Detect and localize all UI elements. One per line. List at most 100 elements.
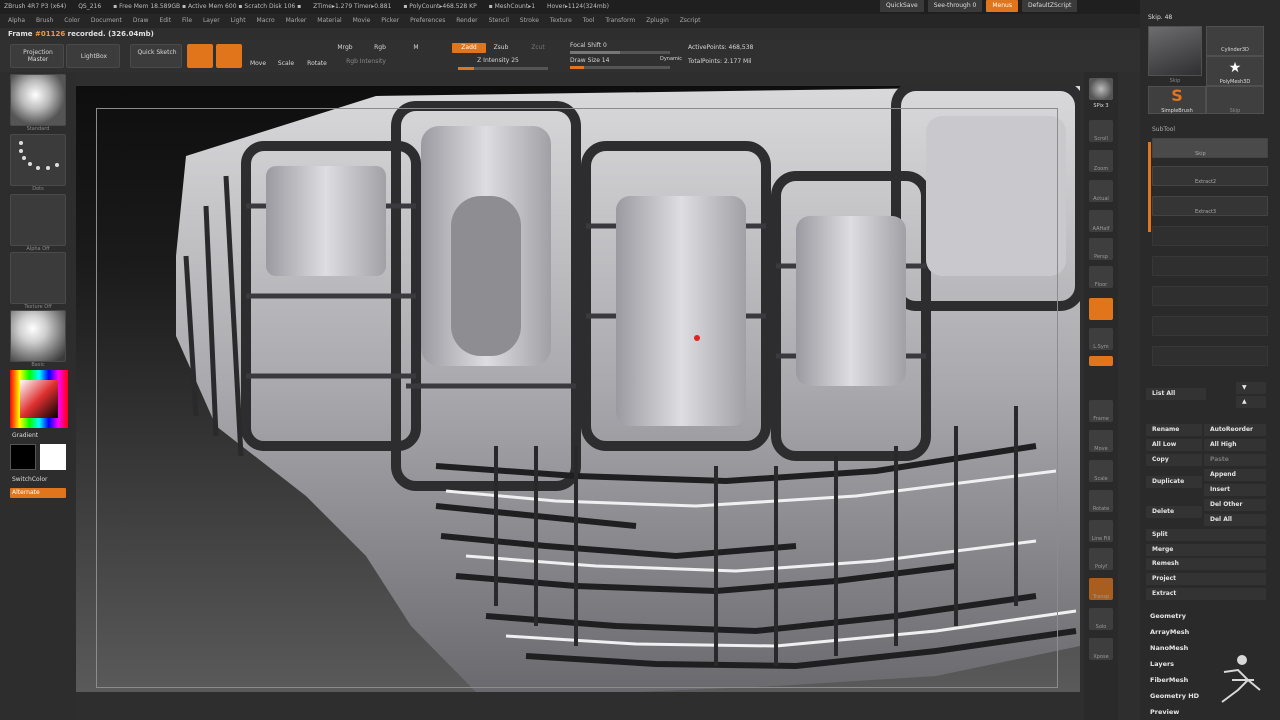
focal-shift-slider[interactable]	[570, 51, 670, 54]
stroke-thumbnail[interactable]	[10, 134, 66, 186]
all-high-button[interactable]: All High	[1204, 439, 1266, 451]
rotate-button[interactable]: Rotate	[306, 60, 328, 67]
preview-menu[interactable]: Preview	[1150, 708, 1179, 716]
edit-button[interactable]	[187, 44, 213, 68]
subtool-row[interactable]: Extract2	[1152, 166, 1268, 186]
nanomesh-menu[interactable]: NanoMesh	[1150, 644, 1188, 652]
draw-button[interactable]	[216, 44, 242, 68]
menu-stroke[interactable]: Stroke	[520, 17, 539, 24]
gradient-toggle[interactable]: Gradient	[12, 432, 38, 439]
append-button[interactable]: Append	[1204, 469, 1266, 481]
switch-color-button[interactable]: SwitchColor	[12, 476, 48, 483]
subtool-scroll-indicator[interactable]	[1148, 142, 1151, 232]
bpr-icon[interactable]	[1089, 78, 1113, 100]
geometry-menu[interactable]: Geometry	[1150, 612, 1186, 620]
lightbox-button[interactable]: LightBox	[66, 44, 120, 68]
menu-light[interactable]: Light	[231, 17, 246, 24]
extract-menu[interactable]: Extract	[1146, 588, 1266, 600]
split-menu[interactable]: Split	[1146, 529, 1266, 541]
duplicate-button[interactable]: Duplicate	[1146, 476, 1202, 488]
all-low-button[interactable]: All Low	[1146, 439, 1202, 451]
subtool-row-empty[interactable]	[1152, 256, 1268, 276]
menu-layer[interactable]: Layer	[203, 17, 220, 24]
arraymesh-menu[interactable]: ArrayMesh	[1150, 628, 1189, 636]
subtool-header[interactable]: SubTool	[1152, 126, 1175, 133]
brush-thumbnail[interactable]	[10, 74, 66, 126]
menu-file[interactable]: File	[182, 17, 192, 24]
menu-color[interactable]: Color	[64, 17, 80, 24]
insert-button[interactable]: Insert	[1204, 484, 1266, 496]
menu-zscript[interactable]: Zscript	[680, 17, 701, 24]
del-all-button[interactable]: Del All	[1204, 514, 1266, 526]
autoreorder-button[interactable]: AutoReorder	[1204, 424, 1266, 436]
subtool-row-empty[interactable]	[1152, 226, 1268, 246]
subtool-row[interactable]: Skip	[1152, 138, 1268, 158]
menu-render[interactable]: Render	[456, 17, 477, 24]
subtool-row-empty[interactable]	[1152, 346, 1268, 366]
remesh-menu[interactable]: Remesh	[1146, 558, 1266, 570]
menu-movie[interactable]: Movie	[353, 17, 371, 24]
draw-size-slider[interactable]	[570, 66, 670, 69]
menu-tool[interactable]: Tool	[583, 17, 595, 24]
default-zscript-button[interactable]: DefaultZScript	[1021, 0, 1078, 12]
xyz-rotate-icon[interactable]	[1089, 356, 1113, 366]
scale-button[interactable]: Scale	[276, 60, 296, 67]
layers-menu[interactable]: Layers	[1150, 660, 1174, 668]
zadd-button[interactable]: Zadd	[452, 43, 486, 53]
dynamic-button[interactable]: Dynamic	[656, 56, 686, 62]
subtool-row-empty[interactable]	[1152, 316, 1268, 336]
project-menu[interactable]: Project	[1146, 573, 1266, 585]
merge-menu[interactable]: Merge	[1146, 544, 1266, 556]
zsub-button[interactable]: Zsub	[490, 44, 512, 51]
menu-preferences[interactable]: Preferences	[410, 17, 445, 24]
menu-macro[interactable]: Macro	[257, 17, 275, 24]
m-button[interactable]: M	[410, 44, 422, 51]
menus-toggle[interactable]: Menus	[986, 0, 1018, 12]
menu-brush[interactable]: Brush	[36, 17, 53, 24]
primary-color-swatch[interactable]	[10, 444, 36, 470]
document-canvas[interactable]	[76, 86, 1080, 692]
current-tool-thumbnail[interactable]	[1148, 26, 1202, 76]
color-picker-field[interactable]	[20, 380, 58, 418]
quick-sketch-button[interactable]: Quick Sketch	[130, 44, 182, 68]
zcut-button[interactable]: Zcut	[528, 44, 548, 51]
local-symmetry-icon[interactable]	[1089, 298, 1113, 320]
del-other-button[interactable]: Del Other	[1204, 499, 1266, 511]
menu-zplugin[interactable]: Zplugin	[646, 17, 669, 24]
rgb-button[interactable]: Rgb	[370, 44, 390, 51]
color-picker[interactable]	[10, 370, 68, 428]
menu-document[interactable]: Document	[91, 17, 122, 24]
quicksave-button[interactable]: QuickSave	[880, 0, 924, 12]
move-button[interactable]: Move	[248, 60, 268, 67]
alpha-thumbnail[interactable]	[10, 194, 66, 246]
geometry-hd-menu[interactable]: Geometry HD	[1150, 692, 1199, 700]
menu-material[interactable]: Material	[317, 17, 341, 24]
menu-draw[interactable]: Draw	[133, 17, 149, 24]
spix-label[interactable]: SPix 3	[1084, 103, 1118, 109]
rename-button[interactable]: Rename	[1146, 424, 1202, 436]
secondary-color-swatch[interactable]	[40, 444, 66, 470]
fibermesh-menu[interactable]: FiberMesh	[1150, 676, 1188, 684]
subtool-row-empty[interactable]	[1152, 286, 1268, 306]
delete-button[interactable]: Delete	[1146, 506, 1202, 518]
paste-button[interactable]: Paste	[1204, 454, 1266, 466]
arrow-down-icon[interactable]: ▼	[1236, 382, 1266, 394]
projection-master-button[interactable]: Projection Master	[10, 44, 64, 68]
menu-texture[interactable]: Texture	[550, 17, 572, 24]
material-thumbnail[interactable]	[10, 310, 66, 362]
menu-transform[interactable]: Transform	[605, 17, 635, 24]
alternate-button[interactable]: Alternate	[10, 488, 66, 498]
texture-thumbnail[interactable]	[10, 252, 66, 304]
mrgb-button[interactable]: Mrgb	[334, 44, 356, 51]
subtool-row[interactable]: Extract3	[1152, 196, 1268, 216]
menu-alpha[interactable]: Alpha	[8, 17, 25, 24]
z-intensity-slider[interactable]	[458, 67, 548, 70]
seethrough-slider[interactable]: See-through 0	[927, 0, 983, 12]
menu-picker[interactable]: Picker	[381, 17, 399, 24]
arrow-up-icon[interactable]: ▲	[1236, 396, 1266, 408]
menu-marker[interactable]: Marker	[286, 17, 307, 24]
list-all-button[interactable]: List All	[1146, 388, 1206, 400]
menu-stencil[interactable]: Stencil	[489, 17, 509, 24]
rgb-intensity-slider[interactable]: Rgb Intensity	[336, 58, 396, 65]
copy-button[interactable]: Copy	[1146, 454, 1202, 466]
